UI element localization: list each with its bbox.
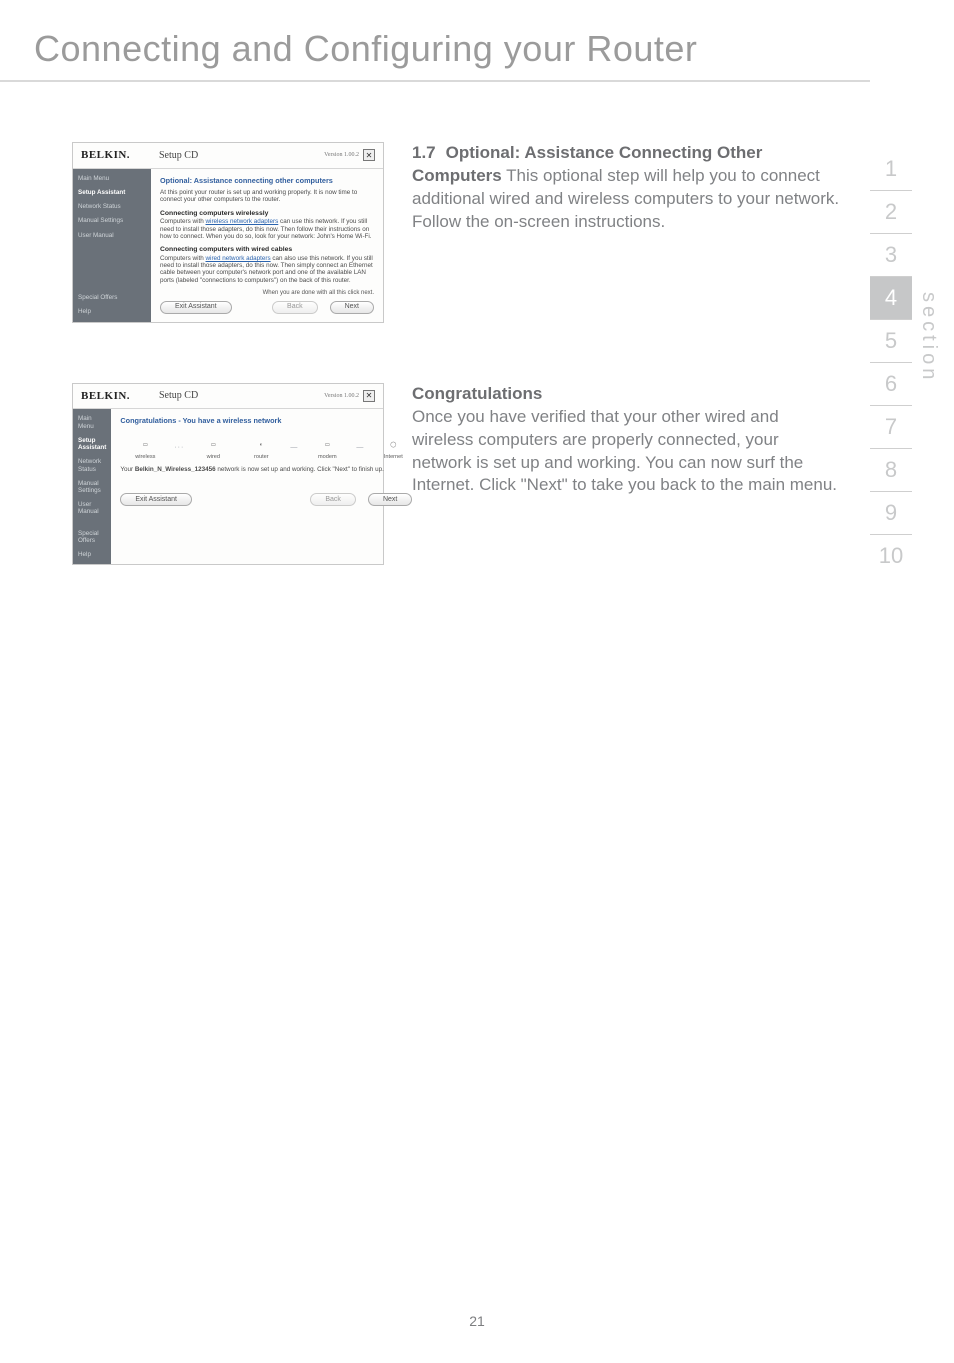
- link-icon: —: [356, 444, 364, 452]
- sidebar-item-main-menu[interactable]: Main Menu: [78, 175, 146, 182]
- section-nav: 12345678910: [870, 148, 912, 577]
- sub-wired: Connecting computers with wired cables: [160, 246, 374, 254]
- sidebar-item-network-status[interactable]: Network Status: [78, 458, 106, 472]
- topology-icons: ▭wireless ··· ▭wired ◐router — ▭modem — …: [126, 436, 412, 460]
- section-nav-item-1[interactable]: 1: [870, 148, 912, 191]
- setup-screenshot-congrats: BELKIN. Setup CD Version 1.00.2 ✕ Main M…: [72, 383, 384, 566]
- sidebar-item-help[interactable]: Help: [78, 551, 106, 558]
- step-text: 1.7 Optional: Assistance Connecting Othe…: [412, 142, 842, 234]
- congrats-msg: Your Belkin_N_Wireless_123456 network is…: [120, 466, 412, 473]
- back-button[interactable]: Back: [310, 493, 356, 506]
- wired-adapters-link[interactable]: wired network adapters: [206, 255, 271, 262]
- globe-icon: ◯: [383, 436, 403, 454]
- sidebar-item-main-menu[interactable]: Main Menu: [78, 415, 106, 429]
- section-nav-item-6[interactable]: 6: [870, 363, 912, 406]
- next-button[interactable]: Next: [368, 493, 412, 506]
- wired-text: Computers with wired network adapters ca…: [160, 255, 374, 284]
- section-nav-item-4[interactable]: 4: [870, 277, 912, 320]
- section-nav-item-3[interactable]: 3: [870, 234, 912, 277]
- sidebar-item-user-manual[interactable]: User Manual: [78, 501, 106, 515]
- panel-title: Optional: Assistance connecting other co…: [160, 177, 374, 185]
- window-title: Setup CD: [159, 390, 324, 402]
- version-label: Version 1.00.2: [324, 152, 359, 159]
- page-number: 21: [0, 1313, 954, 1329]
- wireless-link-icon: ···: [174, 444, 184, 452]
- version-label: Version 1.00.2: [324, 393, 359, 400]
- wireless-text: Computers with wireless network adapters…: [160, 218, 374, 240]
- sidebar: Main Menu Setup Assistant Network Status…: [73, 169, 151, 322]
- panel-title: Congratulations - You have a wireless ne…: [120, 417, 412, 425]
- router-icon: ◐: [251, 436, 271, 454]
- section-nav-item-10[interactable]: 10: [870, 535, 912, 577]
- intro-text: At this point your router is set up and …: [160, 189, 374, 203]
- sidebar-item-special-offers[interactable]: Special Offers: [78, 530, 106, 544]
- link-icon: —: [290, 444, 298, 452]
- section-nav-item-5[interactable]: 5: [870, 320, 912, 363]
- section-nav-item-9[interactable]: 9: [870, 492, 912, 535]
- sidebar-item-help[interactable]: Help: [78, 308, 146, 315]
- sidebar-item-network-status[interactable]: Network Status: [78, 203, 146, 210]
- wireless-adapters-link[interactable]: wireless network adapters: [206, 218, 279, 225]
- sidebar-item-special-offers[interactable]: Special Offers: [78, 294, 146, 301]
- sidebar-item-manual-settings[interactable]: Manual Settings: [78, 480, 106, 494]
- next-button[interactable]: Next: [330, 301, 374, 314]
- close-icon[interactable]: ✕: [363, 149, 375, 161]
- laptop-icon: ▭: [135, 436, 155, 454]
- hint-text: When you are done with all this click ne…: [160, 290, 374, 297]
- section-nav-item-7[interactable]: 7: [870, 406, 912, 449]
- back-button[interactable]: Back: [272, 301, 318, 314]
- section-nav-item-8[interactable]: 8: [870, 449, 912, 492]
- exit-button[interactable]: Exit Assistant: [120, 493, 192, 506]
- modem-icon: ▭: [317, 436, 337, 454]
- section-label: section: [917, 292, 940, 383]
- congrats-heading: Congratulations: [412, 383, 842, 406]
- close-icon[interactable]: ✕: [363, 390, 375, 402]
- section-nav-item-2[interactable]: 2: [870, 191, 912, 234]
- brand-logo: BELKIN.: [81, 390, 159, 403]
- congrats-body: Once you have verified that your other w…: [412, 407, 837, 495]
- window-title: Setup CD: [159, 150, 324, 162]
- sidebar-item-manual-settings[interactable]: Manual Settings: [78, 217, 146, 224]
- sidebar-item-user-manual[interactable]: User Manual: [78, 232, 146, 239]
- step-marker: 1.7: [412, 142, 436, 165]
- sub-wireless: Connecting computers wirelessly: [160, 210, 374, 218]
- page-title: Connecting and Configuring your Router: [0, 0, 870, 82]
- sidebar: Main Menu Setup Assistant Network Status…: [73, 409, 111, 564]
- sidebar-item-setup-assistant[interactable]: Setup Assistant: [78, 437, 106, 451]
- congrats-text: Congratulations Once you have verified t…: [412, 383, 842, 498]
- exit-button[interactable]: Exit Assistant: [160, 301, 232, 314]
- setup-screenshot-assistance: BELKIN. Setup CD Version 1.00.2 ✕ Main M…: [72, 142, 384, 323]
- brand-logo: BELKIN.: [81, 149, 159, 162]
- desktop-icon: ▭: [203, 436, 223, 454]
- sidebar-item-setup-assistant[interactable]: Setup Assistant: [78, 189, 146, 196]
